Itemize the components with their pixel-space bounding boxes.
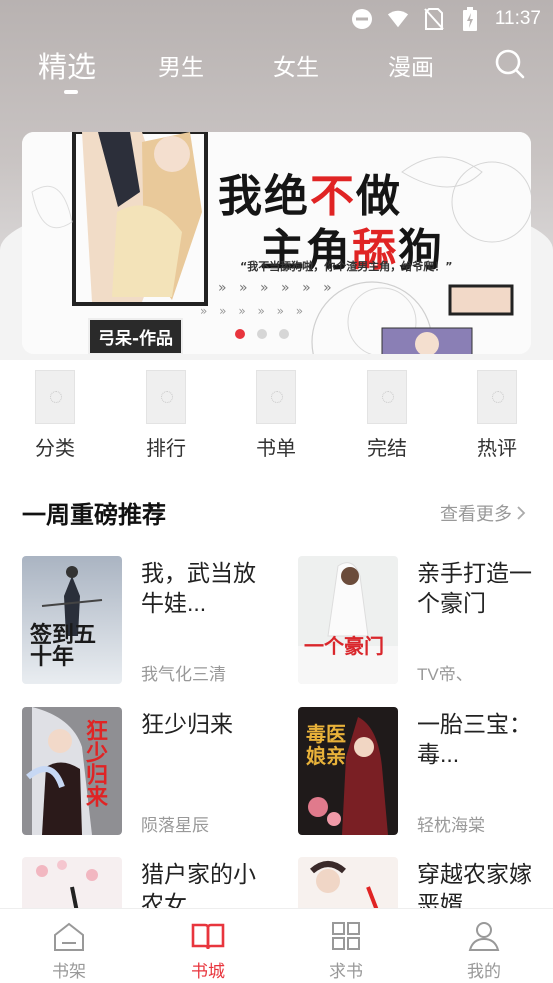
book-title: 狂少归来	[141, 711, 233, 737]
category-image-placeholder	[146, 370, 186, 424]
book-author: 我气化三清	[141, 665, 226, 684]
carousel-dot[interactable]	[257, 329, 267, 339]
category-label: 书单	[256, 438, 296, 460]
tab-featured[interactable]: 精选	[38, 44, 96, 86]
category-label: 完结	[367, 438, 407, 460]
book-title: 亲手打造一个豪门	[417, 560, 532, 616]
no-sim-icon	[423, 8, 445, 30]
tab-comics[interactable]: 漫画	[388, 48, 434, 82]
book-author: 轻枕海棠	[417, 816, 485, 835]
category-image-placeholder	[35, 370, 75, 424]
tab-male[interactable]: 男生	[158, 48, 204, 82]
wifi-icon	[387, 8, 409, 30]
category-classify[interactable]: 分类	[15, 370, 95, 461]
category-booklist[interactable]: 书单	[236, 370, 316, 461]
nav-label: 求书	[329, 962, 363, 981]
cover-title: 签到五十年	[30, 622, 97, 670]
book-card[interactable]: 狂少归来 狂少归来 陨落星辰	[22, 707, 272, 837]
category-hot-reviews[interactable]: 热评	[457, 370, 537, 461]
nav-bookshelf[interactable]: 书架	[29, 919, 109, 982]
status-time: 11:37	[494, 8, 541, 29]
cover-title: 一个豪门	[304, 634, 384, 658]
dnd-icon	[351, 8, 373, 30]
search-icon[interactable]	[494, 48, 526, 80]
book-title: 一胎三宝：毒...	[417, 711, 532, 767]
banner-arrows-secondary: » » » » » »	[200, 304, 308, 318]
book-card[interactable]: 一个豪门 亲手打造一个豪门 TV帝、	[298, 556, 548, 686]
tab-female[interactable]: 女生	[273, 48, 319, 82]
category-ranking[interactable]: 排行	[126, 370, 206, 461]
carousel-dot[interactable]	[279, 329, 289, 339]
user-icon	[467, 919, 501, 953]
book-cover: 狂少归来	[22, 707, 122, 835]
bookshelf-icon	[52, 919, 86, 953]
book-cover: 签到五十年	[22, 556, 122, 684]
banner-quote: “我不当舔狗啦，你个渣男主角，给爷爬！”	[240, 260, 453, 273]
status-bar: 11:37	[0, 0, 553, 40]
nav-label: 书城	[191, 962, 225, 981]
banner-arrows: » » » » » »	[218, 280, 336, 296]
bottom-nav: 书架 书城 求书 我的	[0, 908, 553, 983]
see-more-link[interactable]: 查看更多	[440, 500, 526, 526]
chevron-right-icon	[517, 506, 526, 520]
category-label: 排行	[146, 438, 186, 460]
nav-mine[interactable]: 我的	[444, 919, 524, 982]
category-image-placeholder	[477, 370, 517, 424]
section-title: 一周重磅推荐	[22, 501, 166, 529]
category-image-placeholder	[256, 370, 296, 424]
book-title: 我，武当放牛娃...	[141, 560, 256, 616]
nav-label: 书架	[52, 962, 86, 981]
cover-title: 狂少归来	[82, 719, 108, 807]
carousel-indicator	[235, 329, 289, 339]
book-cover: 一个豪门	[298, 556, 398, 684]
open-book-icon	[191, 919, 225, 953]
category-label: 分类	[35, 438, 75, 460]
book-author: 陨落星辰	[141, 816, 209, 835]
carousel-dot[interactable]	[235, 329, 245, 339]
category-image-placeholder	[367, 370, 407, 424]
see-more-label: 查看更多	[440, 504, 512, 525]
book-card[interactable]: 毒医娘亲 一胎三宝：毒... 轻枕海棠	[298, 707, 548, 837]
category-completed[interactable]: 完结	[347, 370, 427, 461]
nav-request[interactable]: 求书	[306, 919, 386, 982]
top-tabs: 精选 男生 女生 漫画	[0, 42, 553, 102]
nav-label: 我的	[467, 962, 501, 981]
category-row: 分类 排行 书单 完结 热评	[0, 360, 553, 470]
tab-indicator	[64, 90, 78, 94]
book-author: TV帝、	[417, 665, 473, 684]
battery-charging-icon	[459, 7, 481, 31]
banner-author-tag: 弓呆-作品	[88, 318, 184, 354]
banner-carousel[interactable]: 我绝不做 主角舔狗 “我不当舔狗啦，你个渣男主角，给爷爬！” » » » » »…	[22, 132, 531, 354]
book-card[interactable]: 签到五十年 我，武当放牛娃... 我气化三清	[22, 556, 272, 686]
grid-icon	[329, 919, 363, 953]
nav-bookstore[interactable]: 书城	[168, 919, 248, 982]
book-cover: 毒医娘亲	[298, 707, 398, 835]
cover-title: 毒医娘亲	[306, 722, 346, 768]
category-label: 热评	[477, 438, 517, 460]
